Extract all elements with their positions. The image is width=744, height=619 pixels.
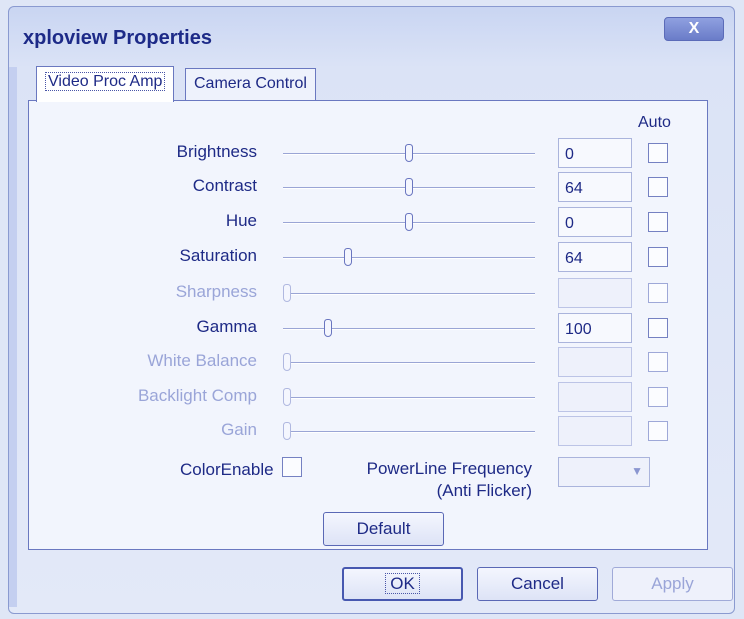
gamma-value-field[interactable]: 100 [558, 313, 632, 343]
white-balance-slider-track [283, 362, 535, 364]
control-row-gain: Gain [0, 416, 744, 446]
cancel-button-label: Cancel [511, 574, 564, 593]
title-bar[interactable]: xploview Properties X [9, 7, 734, 62]
sharpness-label: Sharpness [175, 282, 257, 301]
sharpness-auto-checkbox[interactable] [648, 283, 668, 303]
sharpness-slider-thumb [283, 284, 291, 302]
white-balance-label: White Balance [147, 351, 257, 370]
gamma-label: Gamma [196, 317, 257, 336]
hue-slider-thumb[interactable] [405, 213, 413, 231]
backlight-comp-auto-checkbox[interactable] [648, 387, 668, 407]
backlight-comp-value-field [558, 382, 632, 412]
close-button[interactable]: X [664, 17, 724, 41]
default-button-label: Default [356, 519, 411, 538]
cancel-button[interactable]: Cancel [477, 567, 598, 601]
saturation-slider-thumb[interactable] [344, 248, 352, 266]
default-button[interactable]: Default [323, 512, 444, 546]
control-row-sharpness: Sharpness [0, 278, 744, 308]
control-row-gamma: Gamma 100 [0, 313, 744, 343]
control-row-saturation: Saturation 64 [0, 242, 744, 272]
saturation-value-field[interactable]: 64 [558, 242, 632, 272]
auto-column-header: Auto [638, 114, 671, 131]
gain-auto-checkbox[interactable] [648, 421, 668, 441]
window-title: xploview Properties [23, 27, 212, 49]
tab-video-proc-amp[interactable]: Video Proc Amp [36, 66, 175, 102]
hue-label: Hue [225, 211, 257, 230]
close-icon: X [688, 20, 700, 37]
saturation-slider-track[interactable] [283, 257, 535, 259]
gain-value-field [558, 416, 632, 446]
gain-slider-track [283, 431, 535, 433]
powerline-label-line1: PowerLine Frequency [366, 459, 532, 478]
powerline-label-line2: (Anti Flicker) [436, 481, 532, 500]
apply-button-label: Apply [651, 574, 694, 593]
sharpness-slider-track [283, 293, 535, 295]
contrast-value-field[interactable]: 64 [558, 172, 632, 202]
contrast-auto-checkbox[interactable] [648, 177, 668, 197]
white-balance-auto-checkbox[interactable] [648, 352, 668, 372]
brightness-label: Brightness [176, 142, 257, 161]
gamma-slider-track[interactable] [283, 328, 535, 330]
saturation-label: Saturation [179, 246, 258, 265]
tab-video-proc-amp-label: Video Proc Amp [45, 72, 166, 91]
brightness-auto-checkbox[interactable] [648, 143, 668, 163]
backlight-comp-slider-track [283, 397, 535, 399]
gain-label: Gain [221, 420, 257, 439]
control-row-backlight-comp: Backlight Comp [0, 382, 744, 412]
saturation-auto-checkbox[interactable] [648, 247, 668, 267]
white-balance-value-field [558, 347, 632, 377]
color-enable-checkbox[interactable] [282, 457, 302, 477]
color-enable-label: ColorEnable [180, 460, 274, 479]
control-row-white-balance: White Balance [0, 347, 744, 377]
tab-camera-control-label: Camera Control [194, 75, 307, 92]
powerline-frequency-label: PowerLine Frequency (Anti Flicker) [367, 458, 532, 502]
powerline-frequency-select[interactable]: ▼ [558, 457, 650, 487]
control-row-brightness: Brightness 0 [0, 138, 744, 168]
brightness-slider-thumb[interactable] [405, 144, 413, 162]
brightness-value-field[interactable]: 0 [558, 138, 632, 168]
ok-button[interactable]: OK [342, 567, 463, 601]
sharpness-value-field [558, 278, 632, 308]
hue-value-field[interactable]: 0 [558, 207, 632, 237]
hue-auto-checkbox[interactable] [648, 212, 668, 232]
backlight-comp-slider-thumb [283, 388, 291, 406]
white-balance-slider-thumb [283, 353, 291, 371]
control-row-hue: Hue 0 [0, 207, 744, 237]
ok-button-label: OK [385, 573, 420, 594]
control-row-contrast: Contrast 64 [0, 172, 744, 202]
contrast-label: Contrast [192, 176, 257, 195]
chevron-down-icon: ▼ [631, 464, 643, 478]
backlight-comp-label: Backlight Comp [137, 386, 257, 405]
apply-button: Apply [612, 567, 733, 601]
gamma-slider-thumb[interactable] [324, 319, 333, 337]
tab-camera-control[interactable]: Camera Control [185, 68, 316, 100]
gain-slider-thumb [283, 422, 291, 440]
contrast-slider-thumb[interactable] [405, 178, 413, 196]
gamma-auto-checkbox[interactable] [648, 318, 668, 338]
